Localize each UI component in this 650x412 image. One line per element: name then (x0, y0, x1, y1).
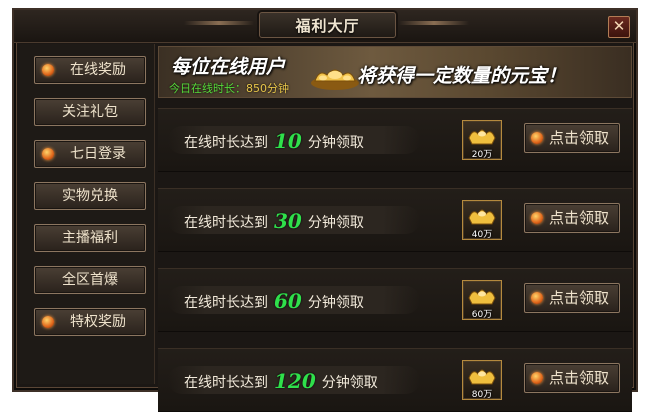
reward-row: 在线时长达到 120 分钟领取 80万 点击领取 (158, 348, 632, 412)
reward-amount: 60万 (471, 310, 493, 320)
reward-slot[interactable]: 40万 (462, 200, 502, 240)
reward-amount: 20万 (471, 150, 493, 160)
requirement-text: 在线时长达到 30 分钟领取 (184, 206, 364, 236)
orange-dot-icon (42, 64, 54, 76)
claim-button-label: 点击领取 (548, 289, 609, 307)
title-ornament-left (184, 21, 254, 25)
requirement-prefix: 在线时长达到 (184, 295, 268, 311)
sidebar-item-seven-day-login[interactable]: 七日登录 (34, 140, 146, 168)
close-icon: ✕ (612, 17, 626, 35)
reward-row: 在线时长达到 10 分钟领取 20万 点击领取 (158, 108, 632, 172)
main-content: 每位在线用户 将获得一定数量的元宝！ 今日在线时长：850分钟 在线时长达到 10… (156, 44, 634, 412)
today-online-value: 850分钟 (246, 82, 289, 95)
sidebar-item-label: 全区首爆 (62, 272, 118, 288)
today-online-time: 今日在线时长：850分钟 (169, 80, 289, 96)
promo-banner: 每位在线用户 将获得一定数量的元宝！ 今日在线时长：850分钟 (158, 46, 632, 98)
claim-button[interactable]: 点击领取 (524, 283, 620, 313)
requirement-minutes: 10 (274, 129, 302, 153)
requirement-text: 在线时长达到 60 分钟领取 (184, 286, 364, 316)
requirement-minutes: 120 (274, 369, 316, 393)
claim-button-label: 点击领取 (548, 209, 609, 227)
orange-dot-icon (42, 148, 54, 160)
requirement-suffix: 分钟领取 (321, 375, 378, 391)
sidebar-item-streamer-welfare[interactable]: 主播福利 (34, 224, 146, 252)
orange-dot-icon (531, 212, 543, 224)
requirement-suffix: 分钟领取 (307, 295, 364, 311)
claim-button[interactable]: 点击领取 (524, 363, 620, 393)
orange-dot-icon (42, 316, 54, 328)
claim-button[interactable]: 点击领取 (524, 203, 620, 233)
reward-row: 在线时长达到 30 分钟领取 40万 点击领取 (158, 188, 632, 252)
sidebar-item-privilege-reward[interactable]: 特权奖励 (34, 308, 146, 336)
sidebar-item-server-first-drop[interactable]: 全区首爆 (34, 266, 146, 294)
sidebar-item-label: 七日登录 (70, 146, 126, 162)
gold-ingot-icon (468, 209, 496, 225)
sidebar-item-label: 关注礼包 (62, 104, 118, 120)
today-online-label: 今日在线时长： (169, 82, 246, 95)
requirement-suffix: 分钟领取 (307, 215, 364, 231)
banner-headline-left: 每位在线用户 (171, 56, 286, 78)
orange-dot-icon (531, 132, 543, 144)
claim-button-label: 点击领取 (548, 129, 609, 147)
requirement-minutes: 30 (274, 209, 302, 233)
sidebar: 在线奖励 关注礼包 七日登录 实物兑换 主播福利 全区首爆 特权奖励 (20, 44, 155, 384)
title-plate: 福利大厅 (259, 12, 396, 38)
sidebar-item-online-reward[interactable]: 在线奖励 (34, 56, 146, 84)
sidebar-item-label: 主播福利 (62, 230, 118, 246)
requirement-suffix: 分钟领取 (307, 135, 364, 151)
reward-amount: 40万 (471, 230, 493, 240)
requirement-minutes: 60 (274, 289, 302, 313)
requirement-prefix: 在线时长达到 (184, 215, 268, 231)
orange-dot-icon (531, 372, 543, 384)
requirement-prefix: 在线时长达到 (184, 375, 268, 391)
orange-dot-icon (531, 292, 543, 304)
reward-slot[interactable]: 20万 (462, 120, 502, 160)
title-bar[interactable]: 福利大厅 ✕ (14, 10, 636, 43)
claim-button-label: 点击领取 (548, 369, 609, 387)
claim-button[interactable]: 点击领取 (524, 123, 620, 153)
close-button[interactable]: ✕ (608, 16, 630, 38)
gold-ingot-icon (468, 129, 496, 145)
sidebar-item-label: 实物兑换 (62, 188, 118, 204)
sidebar-item-label: 在线奖励 (70, 62, 126, 78)
requirement-text: 在线时长达到 10 分钟领取 (184, 126, 364, 156)
reward-amount: 80万 (471, 390, 493, 400)
welfare-hall-window: 福利大厅 ✕ 在线奖励 关注礼包 七日登录 实物兑换 主播福利 全区首爆 特权奖… (12, 8, 638, 412)
window-title: 福利大厅 (295, 17, 360, 35)
reward-slot[interactable]: 60万 (462, 280, 502, 320)
gold-ingot-icon (468, 289, 496, 305)
reward-slot[interactable]: 80万 (462, 360, 502, 400)
sidebar-item-label: 特权奖励 (70, 314, 126, 330)
gold-ingot-icon (468, 369, 496, 385)
sidebar-item-physical-exchange[interactable]: 实物兑换 (34, 182, 146, 210)
banner-headline-right: 将获得一定数量的元宝！ (357, 65, 567, 87)
title-ornament-right (399, 21, 469, 25)
requirement-text: 在线时长达到 120 分钟领取 (184, 366, 378, 396)
reward-row: 在线时长达到 60 分钟领取 60万 点击领取 (158, 268, 632, 332)
sidebar-item-follow-gift[interactable]: 关注礼包 (34, 98, 146, 126)
requirement-prefix: 在线时长达到 (184, 135, 268, 151)
gold-ingot-pile-icon (311, 69, 359, 90)
